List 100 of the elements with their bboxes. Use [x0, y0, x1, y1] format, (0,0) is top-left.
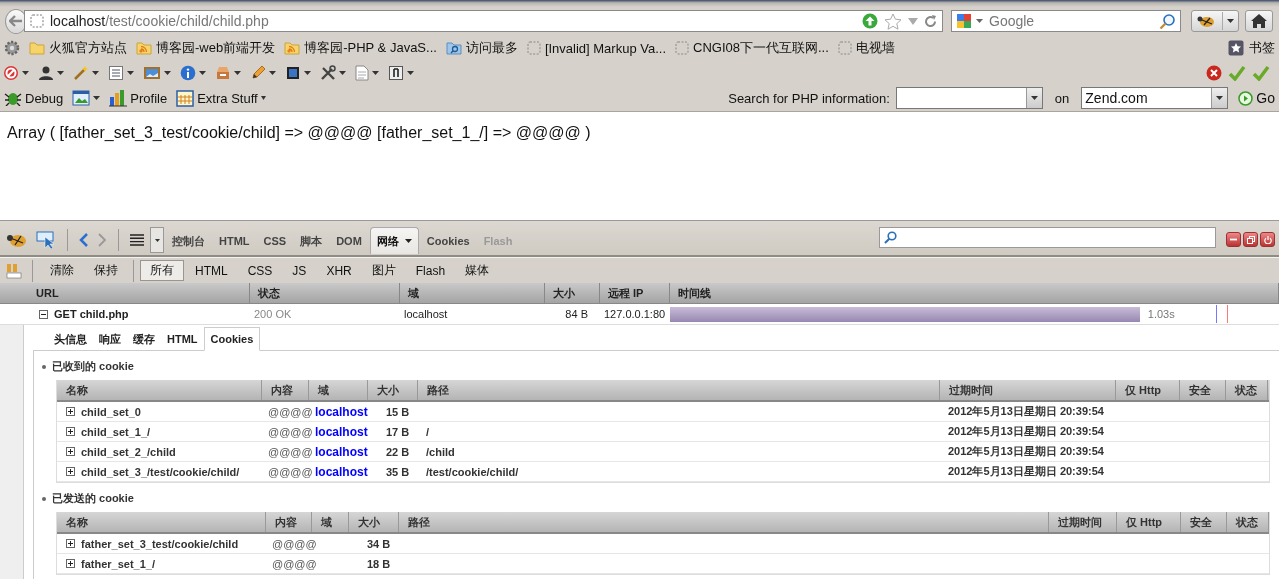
column-header[interactable]: 内容 — [266, 512, 312, 532]
column-header[interactable]: 安全 — [1181, 512, 1227, 532]
google-logo-icon[interactable] — [956, 13, 972, 29]
column-header[interactable]: URL — [0, 283, 250, 303]
bookmark-item[interactable]: CNGI08下一代互联网... — [675, 39, 829, 57]
filter-button[interactable]: XHR — [317, 260, 361, 281]
panel-tab[interactable]: HTML — [213, 228, 256, 254]
caret-icon[interactable] — [22, 71, 29, 75]
go-button[interactable]: Go — [1238, 90, 1275, 106]
panel-tab[interactable]: CSS — [257, 228, 293, 254]
address-bar[interactable]: localhost/test/cookie/child/child.php — [24, 10, 943, 32]
filter-button[interactable]: 媒体 — [456, 260, 499, 281]
form-icon[interactable] — [108, 65, 124, 81]
bookmarks-menu[interactable]: 书签 — [1228, 39, 1275, 57]
star-icon[interactable] — [884, 12, 902, 30]
bookmark-item[interactable]: 访问最多 — [445, 39, 518, 57]
column-header[interactable]: 状态 — [250, 283, 400, 303]
column-header[interactable]: 路径 — [418, 380, 940, 400]
cookie-name[interactable]: child_set_2_/child — [57, 442, 262, 461]
search-icon[interactable] — [1159, 12, 1176, 30]
caret-icon[interactable] — [1227, 19, 1234, 23]
panel-dropdown[interactable] — [150, 227, 164, 253]
image-icon[interactable] — [143, 65, 161, 81]
profile-menu[interactable]: Profile — [109, 89, 168, 107]
caret-icon[interactable] — [199, 71, 206, 75]
go-arrow-icon[interactable] — [862, 13, 878, 29]
column-header[interactable]: 仅 Http — [1116, 380, 1180, 400]
expand-icon[interactable] — [66, 467, 75, 476]
collapse-icon[interactable] — [39, 309, 48, 319]
column-header[interactable]: 域 — [312, 512, 349, 532]
caret-icon[interactable] — [1216, 96, 1224, 100]
column-header[interactable]: 过期时间 — [1049, 512, 1117, 532]
back-icon[interactable] — [79, 233, 89, 247]
column-header[interactable]: 路径 — [399, 512, 1049, 532]
back-button[interactable] — [5, 8, 27, 34]
caret-icon[interactable] — [93, 96, 101, 100]
column-header[interactable]: 安全 — [1180, 380, 1226, 400]
expand-icon[interactable] — [66, 407, 75, 416]
search-field[interactable] — [879, 227, 1216, 248]
expand-icon[interactable] — [66, 427, 75, 436]
column-header[interactable]: 大小 — [368, 380, 418, 400]
close-button[interactable] — [1260, 232, 1275, 247]
bookmark-item[interactable]: 博客园-web前端开发 — [136, 39, 276, 57]
inspect-icon[interactable] — [36, 231, 56, 249]
caret-icon[interactable] — [304, 71, 311, 75]
cookie-name[interactable]: father_set_1_/ — [57, 554, 266, 573]
firebug-button[interactable] — [1191, 10, 1239, 32]
panel-tab[interactable]: 脚本 — [294, 228, 329, 254]
column-header[interactable]: 大小 — [349, 512, 399, 532]
panel-tab[interactable]: 控制台 — [166, 228, 211, 254]
person-icon[interactable] — [38, 65, 54, 81]
caret-icon[interactable] — [127, 71, 134, 75]
column-header[interactable]: 远程 IP — [600, 283, 670, 303]
cookie-name[interactable]: child_set_0 — [57, 402, 262, 421]
cookie-name[interactable]: father_set_3_test/cookie/child — [57, 534, 266, 553]
filter-button[interactable]: Flash — [406, 260, 455, 281]
caret-icon[interactable] — [92, 71, 99, 75]
column-header[interactable]: 域 — [400, 283, 545, 303]
info-icon[interactable] — [180, 65, 196, 81]
site-select[interactable]: Zend.com — [1081, 87, 1229, 109]
debug-menu[interactable]: Debug — [4, 90, 64, 106]
close-icon[interactable] — [1206, 65, 1222, 81]
toolbar-button[interactable]: 保持 — [85, 260, 127, 281]
column-header[interactable]: 仅 Http — [1117, 512, 1181, 532]
search-bar[interactable]: Google — [951, 10, 1181, 32]
no-entry-icon[interactable] — [3, 65, 19, 81]
home-button[interactable] — [1245, 10, 1273, 32]
caret-icon[interactable] — [57, 71, 64, 75]
caret-icon[interactable] — [269, 71, 276, 75]
request-url[interactable]: GET child.php — [27, 304, 250, 324]
search-select[interactable] — [895, 87, 1043, 109]
bookmark-item[interactable]: 火狐官方站点 — [29, 39, 127, 57]
column-header[interactable]: 内容 — [262, 380, 309, 400]
filter-button[interactable]: JS — [283, 260, 316, 281]
menu-icon[interactable] — [130, 234, 144, 246]
reload-icon[interactable] — [924, 14, 937, 28]
column-header[interactable]: 名称 — [57, 512, 266, 532]
minimize-button[interactable] — [1226, 232, 1241, 247]
column-header[interactable]: 大小 — [545, 283, 600, 303]
detach-button[interactable] — [1243, 232, 1258, 247]
column-header[interactable]: 状态 — [1226, 380, 1268, 400]
toolbar-button[interactable]: 清除 — [41, 260, 83, 281]
panel-tab[interactable]: 网络 — [369, 227, 419, 254]
column-header[interactable]: 过期时间 — [940, 380, 1116, 400]
cookie-name[interactable]: child_set_3_/test/cookie/child/ — [57, 462, 262, 481]
column-header[interactable]: 时间线 — [670, 283, 1279, 303]
expand-icon[interactable] — [66, 559, 75, 568]
checkmark-icon[interactable] — [1228, 65, 1246, 81]
pencil-icon[interactable] — [250, 65, 266, 81]
detail-tab[interactable]: Cookies — [203, 327, 261, 351]
expand-icon[interactable] — [66, 447, 75, 456]
caret-icon[interactable] — [404, 239, 412, 243]
column-header[interactable]: 状态 — [1227, 512, 1269, 532]
back-arrow-icon[interactable] — [9, 15, 23, 27]
cookie-name[interactable]: child_set_1_/ — [57, 422, 262, 441]
filter-button[interactable]: CSS — [238, 260, 282, 281]
filter-button[interactable]: 图片 — [362, 260, 405, 281]
gear-icon[interactable] — [4, 40, 20, 56]
panel-tab[interactable]: DOM — [330, 228, 368, 254]
bookmark-item[interactable]: 电视墙 — [837, 39, 895, 57]
